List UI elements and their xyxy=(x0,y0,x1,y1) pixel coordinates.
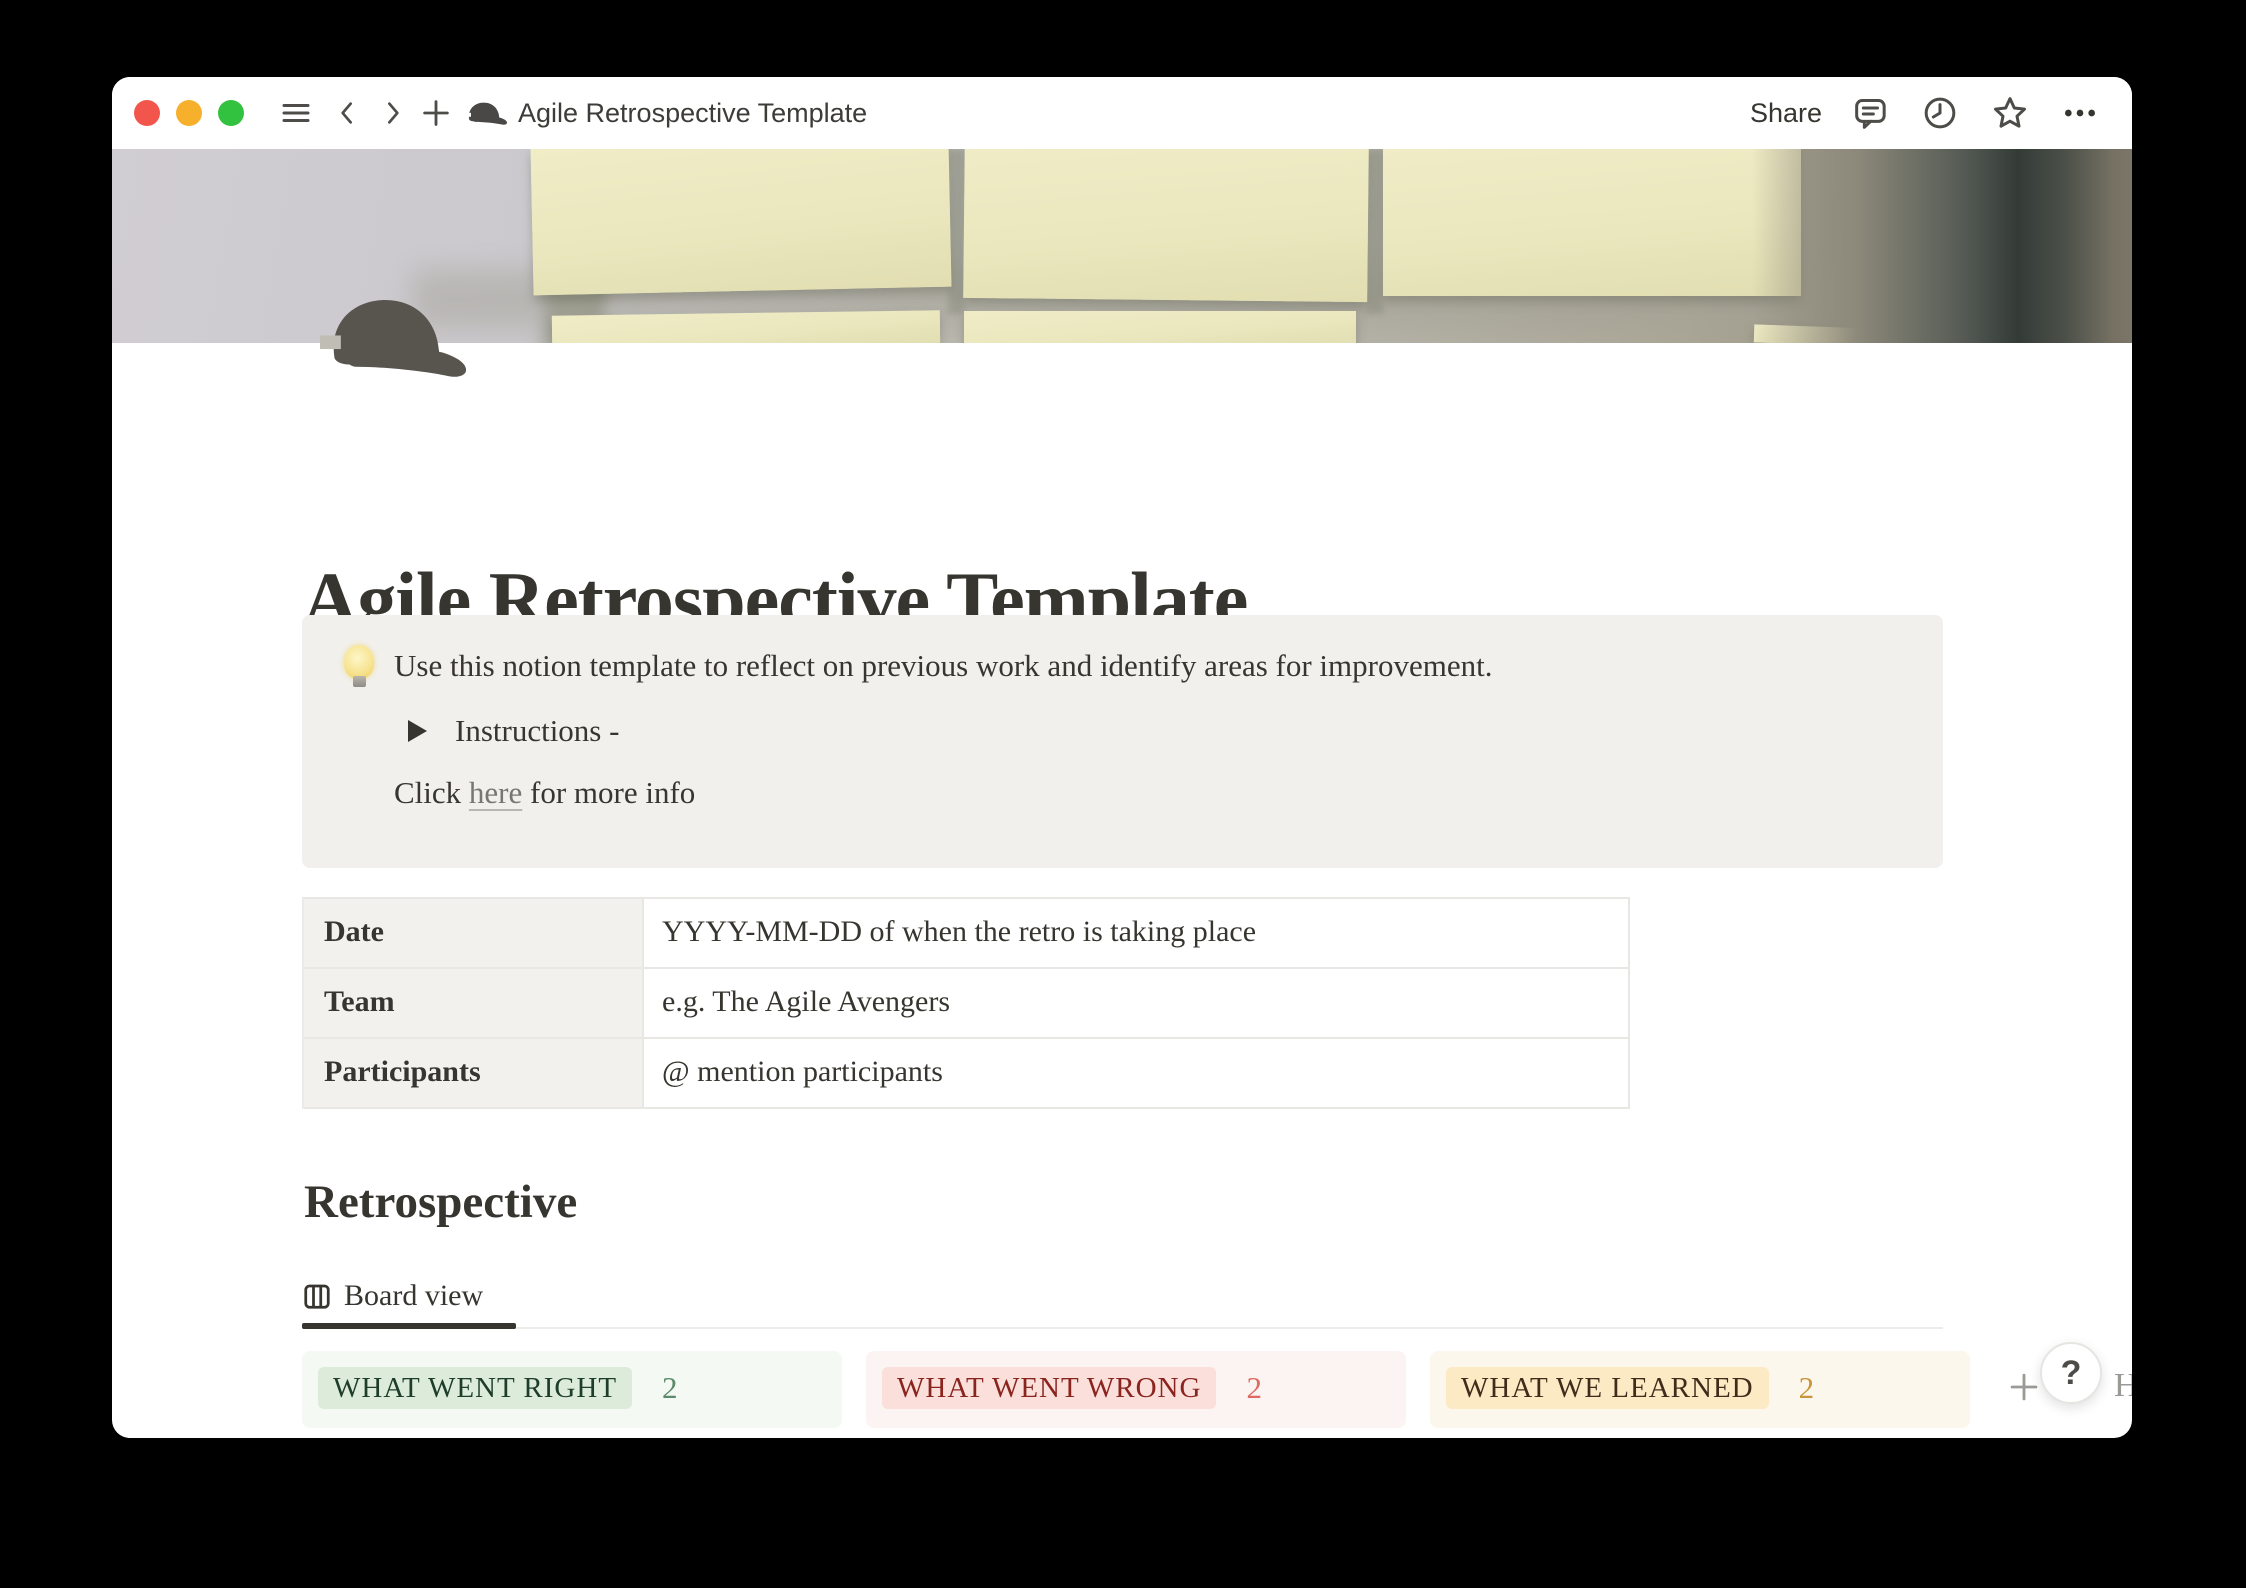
table-label-cell[interactable]: Participants xyxy=(304,1039,644,1107)
history-clock-icon[interactable] xyxy=(1918,91,1962,135)
share-button[interactable]: Share xyxy=(1750,98,1822,129)
table-row: Team e.g. The Agile Avengers xyxy=(304,969,1628,1039)
more-options-icon[interactable] xyxy=(2058,91,2102,135)
properties-table: Date YYYY-MM-DD of when the retro is tak… xyxy=(302,897,1630,1109)
sticky-note xyxy=(530,149,951,295)
link-prefix-text: Click xyxy=(394,775,469,810)
link-suffix-text: for more info xyxy=(522,775,695,810)
active-tab-underline xyxy=(302,1323,516,1329)
sticky-note xyxy=(552,310,940,343)
board-column-what-went-right: WHAT WENT RIGHT 2 xyxy=(302,1351,842,1428)
here-link[interactable]: here xyxy=(469,775,522,810)
table-value-cell[interactable]: e.g. The Agile Avengers xyxy=(644,969,1628,1037)
section-heading[interactable]: Retrospective xyxy=(304,1175,577,1229)
comments-icon[interactable] xyxy=(1848,91,1892,135)
tab-board-view[interactable]: Board view xyxy=(302,1273,483,1319)
board-view: WHAT WENT RIGHT 2 WHAT WENT WRONG 2 WHAT… xyxy=(302,1351,2043,1428)
cover-right-shadow-band xyxy=(1752,149,2132,343)
sidebar-menu-icon[interactable] xyxy=(274,91,318,135)
breadcrumb-page-title[interactable]: Agile Retrospective Template xyxy=(518,98,867,129)
table-value-cell[interactable]: @ mention participants xyxy=(644,1039,1628,1107)
board-column-what-went-wrong: WHAT WENT WRONG 2 xyxy=(866,1351,1406,1428)
callout-link-row: Click here for more info xyxy=(394,775,1903,811)
group-count: 2 xyxy=(1799,1367,1815,1409)
cover-seam xyxy=(948,149,964,314)
table-row: Date YYYY-MM-DD of when the retro is tak… xyxy=(304,899,1628,969)
forward-icon[interactable] xyxy=(370,91,414,135)
help-button[interactable]: ? xyxy=(2040,1342,2102,1404)
lightbulb-icon xyxy=(340,643,380,689)
tab-divider xyxy=(302,1327,1943,1329)
group-pill[interactable]: WHAT WENT RIGHT xyxy=(318,1367,632,1409)
new-page-icon[interactable] xyxy=(414,91,458,135)
table-value-cell[interactable]: YYYY-MM-DD of when the retro is taking p… xyxy=(644,899,1628,967)
callout-block: Use this notion template to reflect on p… xyxy=(302,615,1943,868)
instructions-toggle[interactable]: Instructions - xyxy=(408,713,1903,749)
back-icon[interactable] xyxy=(326,91,370,135)
board-column-what-we-learned: WHAT WE LEARNED 2 xyxy=(1430,1351,1970,1428)
group-count: 2 xyxy=(1246,1367,1262,1409)
toggle-triangle-icon xyxy=(408,720,427,742)
group-pill[interactable]: WHAT WENT WRONG xyxy=(882,1367,1216,1409)
page-cap-icon-small xyxy=(464,91,508,135)
toggle-label: Instructions - xyxy=(455,713,619,749)
table-row: Participants @ mention participants xyxy=(304,1039,1628,1109)
sticky-note xyxy=(964,311,1356,343)
tab-label: Board view xyxy=(344,1279,483,1313)
group-count: 2 xyxy=(662,1367,678,1409)
callout-text[interactable]: Use this notion template to reflect on p… xyxy=(394,643,1492,689)
sticky-note xyxy=(1383,149,1801,296)
favorite-star-icon[interactable] xyxy=(1988,91,2032,135)
notion-window: Agile Retrospective Template Share xyxy=(112,77,2132,1438)
add-group-icon[interactable] xyxy=(2005,1368,2043,1406)
board-view-icon xyxy=(302,1281,332,1311)
table-label-cell[interactable]: Date xyxy=(304,899,644,967)
cover-seam xyxy=(1367,149,1383,314)
zoom-window-button[interactable] xyxy=(218,100,244,126)
group-pill[interactable]: WHAT WE LEARNED xyxy=(1446,1367,1769,1409)
table-label-cell[interactable]: Team xyxy=(304,969,644,1037)
minimize-window-button[interactable] xyxy=(176,100,202,126)
close-window-button[interactable] xyxy=(134,100,160,126)
traffic-lights xyxy=(134,100,260,126)
clipped-group-label: H xyxy=(2114,1367,2132,1405)
sticky-note xyxy=(963,149,1369,302)
page-cap-icon[interactable] xyxy=(320,291,466,381)
window-toolbar: Agile Retrospective Template Share xyxy=(112,77,2132,149)
